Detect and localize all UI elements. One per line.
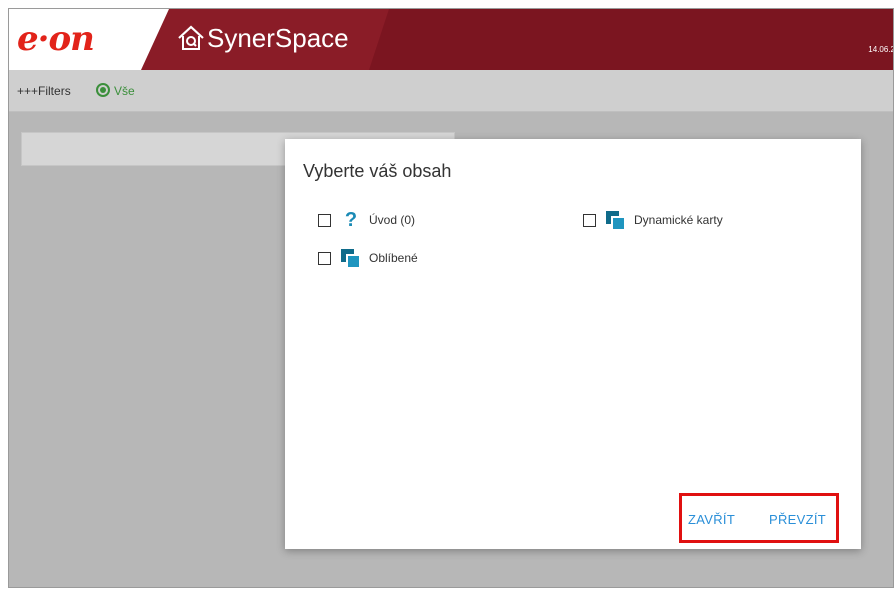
filters-label[interactable]: +++Filters <box>17 84 71 98</box>
close-button[interactable]: ZAVŘÍT <box>688 512 735 527</box>
dialog-actions-highlight: ZAVŘÍT PŘEVZÍT <box>679 493 839 543</box>
radio-all-label[interactable]: Vše <box>114 84 135 98</box>
header-banner-dark <box>369 9 893 70</box>
cards-icon <box>606 211 624 229</box>
option-uvod[interactable]: ? Úvod (0) <box>318 209 415 231</box>
option-oblibene[interactable]: Oblíbené <box>318 247 418 269</box>
app-window: e·on SynerSpace 14.06.2 +++Filters Vše V… <box>8 8 894 588</box>
eon-logo[interactable]: e·on <box>17 19 95 59</box>
option-label: Dynamické karty <box>634 213 723 227</box>
accept-button[interactable]: PŘEVZÍT <box>769 512 826 527</box>
filter-toolbar: +++Filters Vše <box>9 70 893 112</box>
checkbox-dynamicke-karty[interactable] <box>583 213 596 227</box>
option-dynamicke-karty[interactable]: Dynamické karty <box>583 209 723 231</box>
dialog-title: Vyberte váš obsah <box>303 161 452 181</box>
header-date: 14.06.2 <box>868 45 894 54</box>
content-select-dialog: Vyberte váš obsah ? Úvod (0) Dynamické k… <box>285 139 861 549</box>
cards-icon <box>341 249 359 267</box>
question-icon: ? <box>344 208 358 231</box>
checkbox-uvod[interactable] <box>318 213 331 227</box>
checkbox-oblibene[interactable] <box>318 251 331 265</box>
option-label: Úvod (0) <box>369 213 416 227</box>
radio-all[interactable] <box>96 83 110 97</box>
app-header: e·on SynerSpace 14.06.2 <box>9 9 894 70</box>
app-title[interactable]: SynerSpace <box>207 23 349 54</box>
option-label: Oblíbené <box>369 251 418 265</box>
home-search-icon[interactable] <box>177 25 205 51</box>
